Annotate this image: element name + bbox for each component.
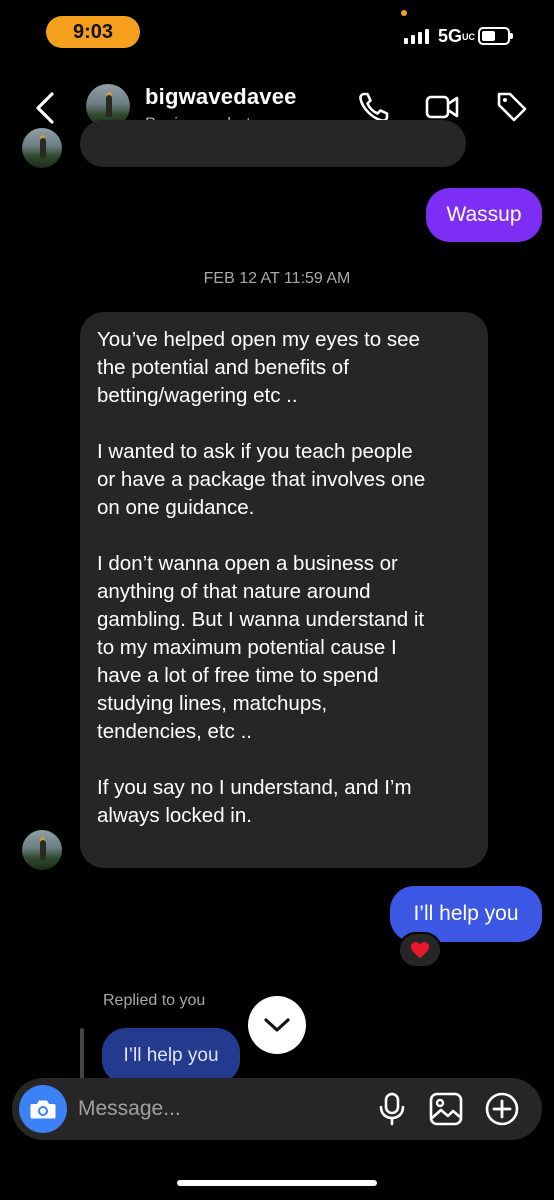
message-text: Wassup xyxy=(446,203,522,226)
message-text: You’ve helped open my eyes to see the po… xyxy=(97,328,426,827)
message-input[interactable] xyxy=(78,1092,358,1126)
camera-icon xyxy=(30,1100,56,1119)
chat-title[interactable]: bigwavedavee xyxy=(145,84,297,110)
message-bubble-sent[interactable]: Wassup xyxy=(426,188,542,242)
mic-indicator-dot xyxy=(401,10,407,16)
status-bar: 9:03 5GUC xyxy=(0,0,554,62)
message-bubble-received[interactable]: You’ve helped open my eyes to see the po… xyxy=(80,312,488,868)
battery-icon xyxy=(478,27,513,45)
date-separator: FEB 12 AT 11:59 AM xyxy=(203,270,351,287)
tag-icon[interactable] xyxy=(494,89,530,125)
message-composer xyxy=(12,1078,542,1140)
chevron-left-icon[interactable] xyxy=(28,88,62,128)
reply-quote-bubble[interactable]: I’ll help you xyxy=(102,1028,240,1084)
reaction-badge[interactable] xyxy=(398,932,442,968)
network-label: 5GUC xyxy=(438,26,476,46)
message-bubble-received[interactable] xyxy=(80,120,466,167)
chevron-down-icon xyxy=(264,1018,290,1032)
home-indicator[interactable] xyxy=(177,1180,377,1186)
replied-label: Replied to you xyxy=(103,992,206,1009)
sender-avatar[interactable] xyxy=(22,830,62,870)
microphone-icon[interactable] xyxy=(374,1091,410,1127)
plus-circle-icon[interactable] xyxy=(484,1091,520,1127)
image-icon[interactable] xyxy=(428,1091,464,1127)
status-time: 9:03 xyxy=(46,16,140,48)
scroll-to-bottom-button[interactable] xyxy=(248,996,306,1054)
sender-avatar[interactable] xyxy=(22,128,62,168)
signal-icon xyxy=(404,28,429,44)
heart-icon xyxy=(411,942,429,958)
camera-button[interactable] xyxy=(19,1085,67,1133)
message-text: I’ll help you xyxy=(413,902,519,925)
